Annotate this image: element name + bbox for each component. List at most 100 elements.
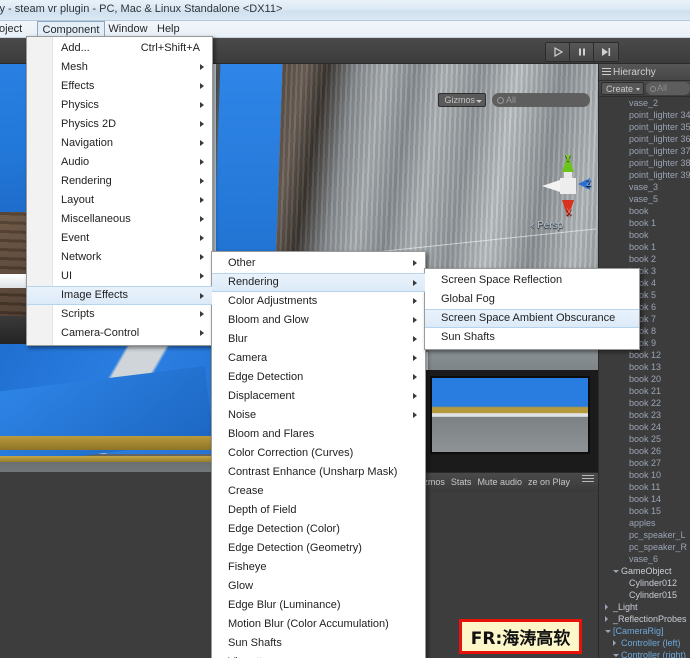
menu-item-glow[interactable]: Glow <box>212 577 425 596</box>
menubar-item-oject[interactable]: oject <box>0 22 27 37</box>
hierarchy-item[interactable]: Controller (right) <box>599 649 690 658</box>
menu-item-edge-blur-luminance[interactable]: Edge Blur (Luminance) <box>212 596 425 615</box>
game-toolbar-ze-on-play[interactable]: ze on Play <box>528 477 570 487</box>
hierarchy-item[interactable]: book 26 <box>599 445 690 457</box>
game-toolbar-mute-audio[interactable]: Mute audio <box>477 477 522 487</box>
image-effects-submenu[interactable]: Other Rendering Color Adjustments Bloom and… <box>211 251 426 658</box>
menu-item-camera[interactable]: Camera <box>212 349 425 368</box>
hierarchy-item[interactable]: _ReflectionProbes <box>599 613 690 625</box>
hierarchy-item[interactable]: book <box>599 205 690 217</box>
menu-item-event[interactable]: Event <box>27 229 212 248</box>
hierarchy-create-button[interactable]: Create <box>601 82 645 95</box>
hierarchy-item[interactable]: vase_3 <box>599 181 690 193</box>
menu-item-sun-shafts[interactable]: Sun Shafts <box>212 634 425 653</box>
menubar-item-help[interactable]: Help <box>152 22 185 37</box>
hierarchy-item[interactable]: Cylinder012 <box>599 577 690 589</box>
chevron-down-icon[interactable] <box>613 654 619 657</box>
menu-item-noise[interactable]: Noise <box>212 406 425 425</box>
hierarchy-item[interactable]: book 22 <box>599 397 690 409</box>
hierarchy-item[interactable]: book 14 <box>599 493 690 505</box>
game-view-menu-icon[interactable] <box>582 475 594 483</box>
menu-item-sun-shafts[interactable]: Sun Shafts <box>425 328 639 347</box>
menu-item-layout[interactable]: Layout <box>27 191 212 210</box>
hierarchy-item[interactable]: book 15 <box>599 505 690 517</box>
hierarchy-item[interactable]: apples <box>599 517 690 529</box>
hierarchy-item[interactable]: point_lighter 38 <box>599 157 690 169</box>
menu-item-vignette[interactable]: Vignette <box>212 653 425 658</box>
hierarchy-tab[interactable]: Hierarchy <box>599 64 690 81</box>
hierarchy-item[interactable]: point_lighter 39 <box>599 169 690 181</box>
menu-item-mesh[interactable]: Mesh <box>27 58 212 77</box>
menu-item-rendering[interactable]: Rendering <box>212 273 425 292</box>
hierarchy-item[interactable]: point_lighter 35 <box>599 121 690 133</box>
hierarchy-item[interactable]: point_lighter 37 <box>599 145 690 157</box>
scene-search-input[interactable]: All <box>492 93 590 107</box>
hierarchy-item[interactable]: _Light <box>599 601 690 613</box>
menu-item-screen-space-ambient-obscurance[interactable]: Screen Space Ambient Obscurance <box>425 309 639 328</box>
hierarchy-item[interactable]: GameObject <box>599 565 690 577</box>
hierarchy-item[interactable]: book 21 <box>599 385 690 397</box>
menu-item-motion-blur-color-accumulation[interactable]: Motion Blur (Color Accumulation) <box>212 615 425 634</box>
hierarchy-item[interactable]: book 1 <box>599 241 690 253</box>
menu-item-image-effects[interactable]: Image Effects <box>27 286 212 305</box>
hierarchy-item[interactable]: book 12 <box>599 349 690 361</box>
pause-button[interactable] <box>570 43 594 61</box>
menu-item-rendering[interactable]: Rendering <box>27 172 212 191</box>
hierarchy-item[interactable]: Controller (left) <box>599 637 690 649</box>
menu-item-color-correction-curves[interactable]: Color Correction (Curves) <box>212 444 425 463</box>
chevron-right-icon[interactable] <box>605 604 608 610</box>
hierarchy-item[interactable]: book 27 <box>599 457 690 469</box>
menu-item-displacement[interactable]: Displacement <box>212 387 425 406</box>
menu-item-effects[interactable]: Effects <box>27 77 212 96</box>
hierarchy-item[interactable]: vase_6 <box>599 553 690 565</box>
menu-item-blur[interactable]: Blur <box>212 330 425 349</box>
hierarchy-item[interactable]: pc_speaker_L <box>599 529 690 541</box>
menu-item-camera-control[interactable]: Camera-Control <box>27 324 212 343</box>
menu-item-network[interactable]: Network <box>27 248 212 267</box>
hierarchy-item[interactable]: book 10 <box>599 469 690 481</box>
hierarchy-item[interactable]: point_lighter 34 <box>599 109 690 121</box>
chevron-down-icon[interactable] <box>605 630 611 633</box>
menu-item-depth-of-field[interactable]: Depth of Field <box>212 501 425 520</box>
hierarchy-item[interactable]: pc_speaker_R <box>599 541 690 553</box>
hierarchy-item[interactable]: book 11 <box>599 481 690 493</box>
menu-item-crease[interactable]: Crease <box>212 482 425 501</box>
menu-item-edge-detection[interactable]: Edge Detection <box>212 368 425 387</box>
hierarchy-item[interactable]: [CameraRig] <box>599 625 690 637</box>
menu-item-other[interactable]: Other <box>212 254 425 273</box>
hierarchy-item[interactable]: vase_5 <box>599 193 690 205</box>
hierarchy-item[interactable]: book 2 <box>599 253 690 265</box>
hierarchy-list[interactable]: vase_2 point_lighter 34 point_lighter 35 po… <box>599 97 690 658</box>
hierarchy-item[interactable]: Cylinder015 <box>599 589 690 601</box>
game-toolbar-gizmos[interactable]: Gizmos <box>426 477 445 487</box>
menubar-item-window[interactable]: Window <box>103 22 152 37</box>
rendering-submenu[interactable]: Screen Space Reflection Global Fog Screen … <box>424 268 640 350</box>
component-menu[interactable]: Add... Ctrl+Shift+A Mesh Effects Physics Phys… <box>26 36 213 346</box>
hierarchy-item[interactable]: book 23 <box>599 409 690 421</box>
menu-item-contrast-enhance-unsharp-mask[interactable]: Contrast Enhance (Unsharp Mask) <box>212 463 425 482</box>
scene-perspective-label[interactable]: Persp <box>531 220 563 231</box>
menu-item-miscellaneous[interactable]: Miscellaneous <box>27 210 212 229</box>
game-view[interactable] <box>424 370 598 472</box>
scene-axis-gizmo[interactable]: Y Z X <box>540 152 596 220</box>
menu-item-ui[interactable]: UI <box>27 267 212 286</box>
menu-item-fisheye[interactable]: Fisheye <box>212 558 425 577</box>
menu-item-bloom-and-glow[interactable]: Bloom and Glow <box>212 311 425 330</box>
menu-item-audio[interactable]: Audio <box>27 153 212 172</box>
game-toolbar-stats[interactable]: Stats <box>451 477 472 487</box>
menu-item-physics-2d[interactable]: Physics 2D <box>27 115 212 134</box>
menu-item-edge-detection-geometry[interactable]: Edge Detection (Geometry) <box>212 539 425 558</box>
hierarchy-item[interactable]: book <box>599 229 690 241</box>
menu-item-navigation[interactable]: Navigation <box>27 134 212 153</box>
hierarchy-item[interactable]: book 20 <box>599 373 690 385</box>
scene-gizmos-dropdown[interactable]: Gizmos <box>438 93 486 107</box>
menu-item-screen-space-reflection[interactable]: Screen Space Reflection <box>425 271 639 290</box>
chevron-right-icon[interactable] <box>613 640 616 646</box>
hierarchy-item[interactable]: book 13 <box>599 361 690 373</box>
hierarchy-item[interactable]: point_lighter 36 <box>599 133 690 145</box>
hierarchy-item[interactable]: vase_2 <box>599 97 690 109</box>
menu-item-edge-detection-color[interactable]: Edge Detection (Color) <box>212 520 425 539</box>
step-button[interactable] <box>594 43 618 61</box>
chevron-right-icon[interactable] <box>605 616 608 622</box>
menu-item-physics[interactable]: Physics <box>27 96 212 115</box>
